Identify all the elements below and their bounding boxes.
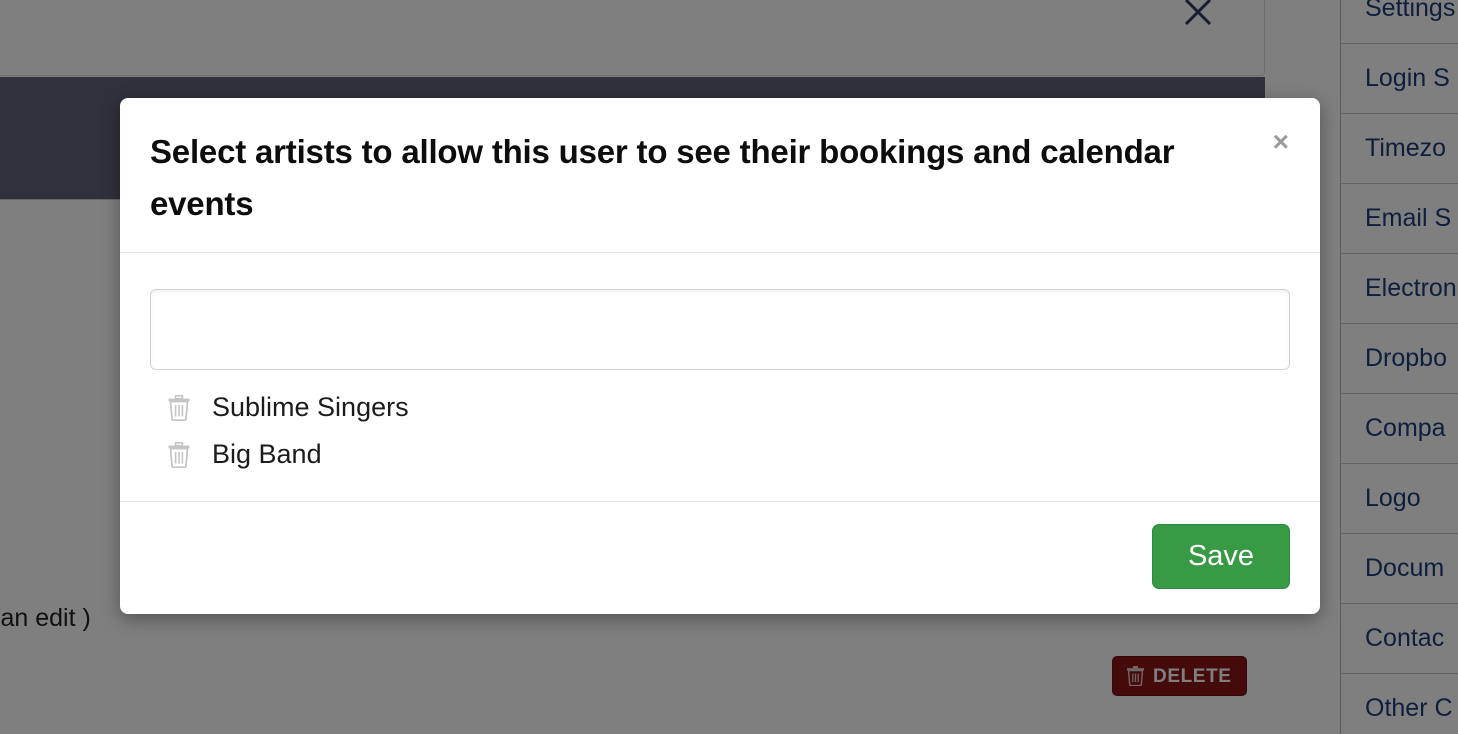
app-root: can edit ) DELETE Settings Login S Timez… — [0, 0, 1458, 734]
artist-search-input[interactable] — [150, 289, 1290, 371]
trash-icon[interactable] — [168, 442, 190, 469]
list-item[interactable]: Sublime Singers — [150, 384, 1290, 431]
modal-body: Sublime Singers Big Band — [120, 253, 1320, 502]
artist-name: Sublime Singers — [212, 392, 409, 423]
modal-header: Select artists to allow this user to see… — [120, 98, 1320, 254]
close-icon[interactable]: × — [1267, 124, 1295, 160]
trash-icon[interactable] — [168, 394, 190, 421]
selected-artists-list: Sublime Singers Big Band — [150, 384, 1290, 478]
modal-footer: Save — [120, 502, 1320, 614]
artist-name: Big Band — [212, 439, 322, 470]
select-artists-modal: Select artists to allow this user to see… — [120, 98, 1320, 614]
list-item[interactable]: Big Band — [150, 431, 1290, 478]
save-button[interactable]: Save — [1152, 523, 1290, 589]
modal-title: Select artists to allow this user to see… — [150, 133, 1175, 223]
